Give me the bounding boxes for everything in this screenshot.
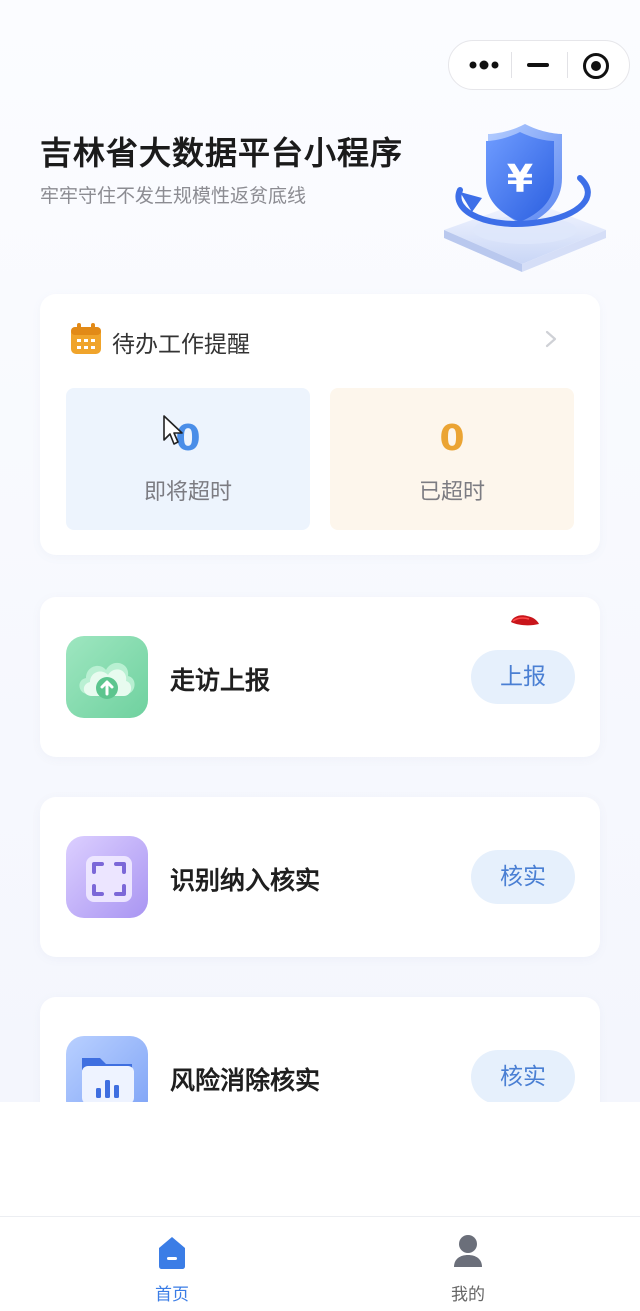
scroll-area[interactable]: 吉林省大数据平台小程序 牢牢守住不发生规模性返贫底线 ¥ 待办工作提醒 0 即将… bbox=[0, 0, 640, 1102]
risk-elimination-card[interactable]: 风险消除核实 核实 bbox=[40, 997, 600, 1102]
todo-reminder-card[interactable]: 待办工作提醒 0 即将超时 0 已超时 bbox=[40, 294, 600, 555]
mouse-cursor-icon bbox=[163, 415, 183, 445]
tab-home-label: 首页 bbox=[155, 1285, 189, 1305]
svg-text:¥: ¥ bbox=[507, 157, 533, 201]
visit-report-label: 走访上报 bbox=[170, 666, 271, 695]
scan-frame-icon bbox=[66, 836, 148, 918]
verify-button[interactable]: 核实 bbox=[471, 850, 575, 904]
report-button[interactable]: 上报 bbox=[471, 650, 575, 704]
todo-title: 待办工作提醒 bbox=[112, 332, 250, 358]
cloud-upload-icon bbox=[66, 636, 148, 718]
tab-mine[interactable]: 我的 bbox=[368, 1217, 568, 1311]
risk-elimination-label: 风险消除核实 bbox=[170, 1066, 321, 1095]
identify-verify-label: 识别纳入核实 bbox=[170, 866, 321, 895]
identify-verify-card[interactable]: 识别纳入核实 核实 bbox=[40, 797, 600, 957]
about-to-timeout-stat[interactable]: 0 即将超时 bbox=[66, 388, 310, 530]
tab-mine-label: 我的 bbox=[451, 1285, 485, 1305]
page-subtitle: 牢牢守住不发生规模性返贫底线 bbox=[40, 185, 307, 207]
red-blob-mark bbox=[511, 615, 539, 626]
shield-yuan-illustration: ¥ bbox=[444, 124, 606, 272]
mini-program-capsule bbox=[448, 40, 630, 90]
overdue-label: 已超时 bbox=[418, 480, 485, 505]
tab-home[interactable]: 首页 bbox=[72, 1217, 272, 1311]
capsule-divider bbox=[511, 52, 512, 78]
folder-chart-icon bbox=[66, 1036, 148, 1102]
capsule-divider bbox=[567, 52, 568, 78]
page-title: 吉林省大数据平台小程序 bbox=[40, 134, 404, 172]
minimize-icon[interactable] bbox=[527, 63, 549, 67]
bottom-tab-bar: 首页 我的 bbox=[0, 1216, 640, 1310]
person-icon bbox=[454, 1235, 482, 1267]
overdue-count: 0 bbox=[439, 418, 465, 459]
overdue-stat[interactable]: 0 已超时 bbox=[330, 388, 574, 530]
more-dots-icon[interactable] bbox=[469, 58, 499, 72]
verify-button[interactable]: 核实 bbox=[471, 1050, 575, 1102]
calendar-icon bbox=[71, 323, 101, 354]
close-target-icon[interactable] bbox=[582, 52, 610, 80]
about-to-timeout-label: 即将超时 bbox=[143, 480, 232, 505]
home-icon bbox=[159, 1237, 185, 1269]
chevron-right-icon[interactable] bbox=[545, 330, 557, 348]
about-to-timeout-count: 0 bbox=[175, 418, 201, 459]
